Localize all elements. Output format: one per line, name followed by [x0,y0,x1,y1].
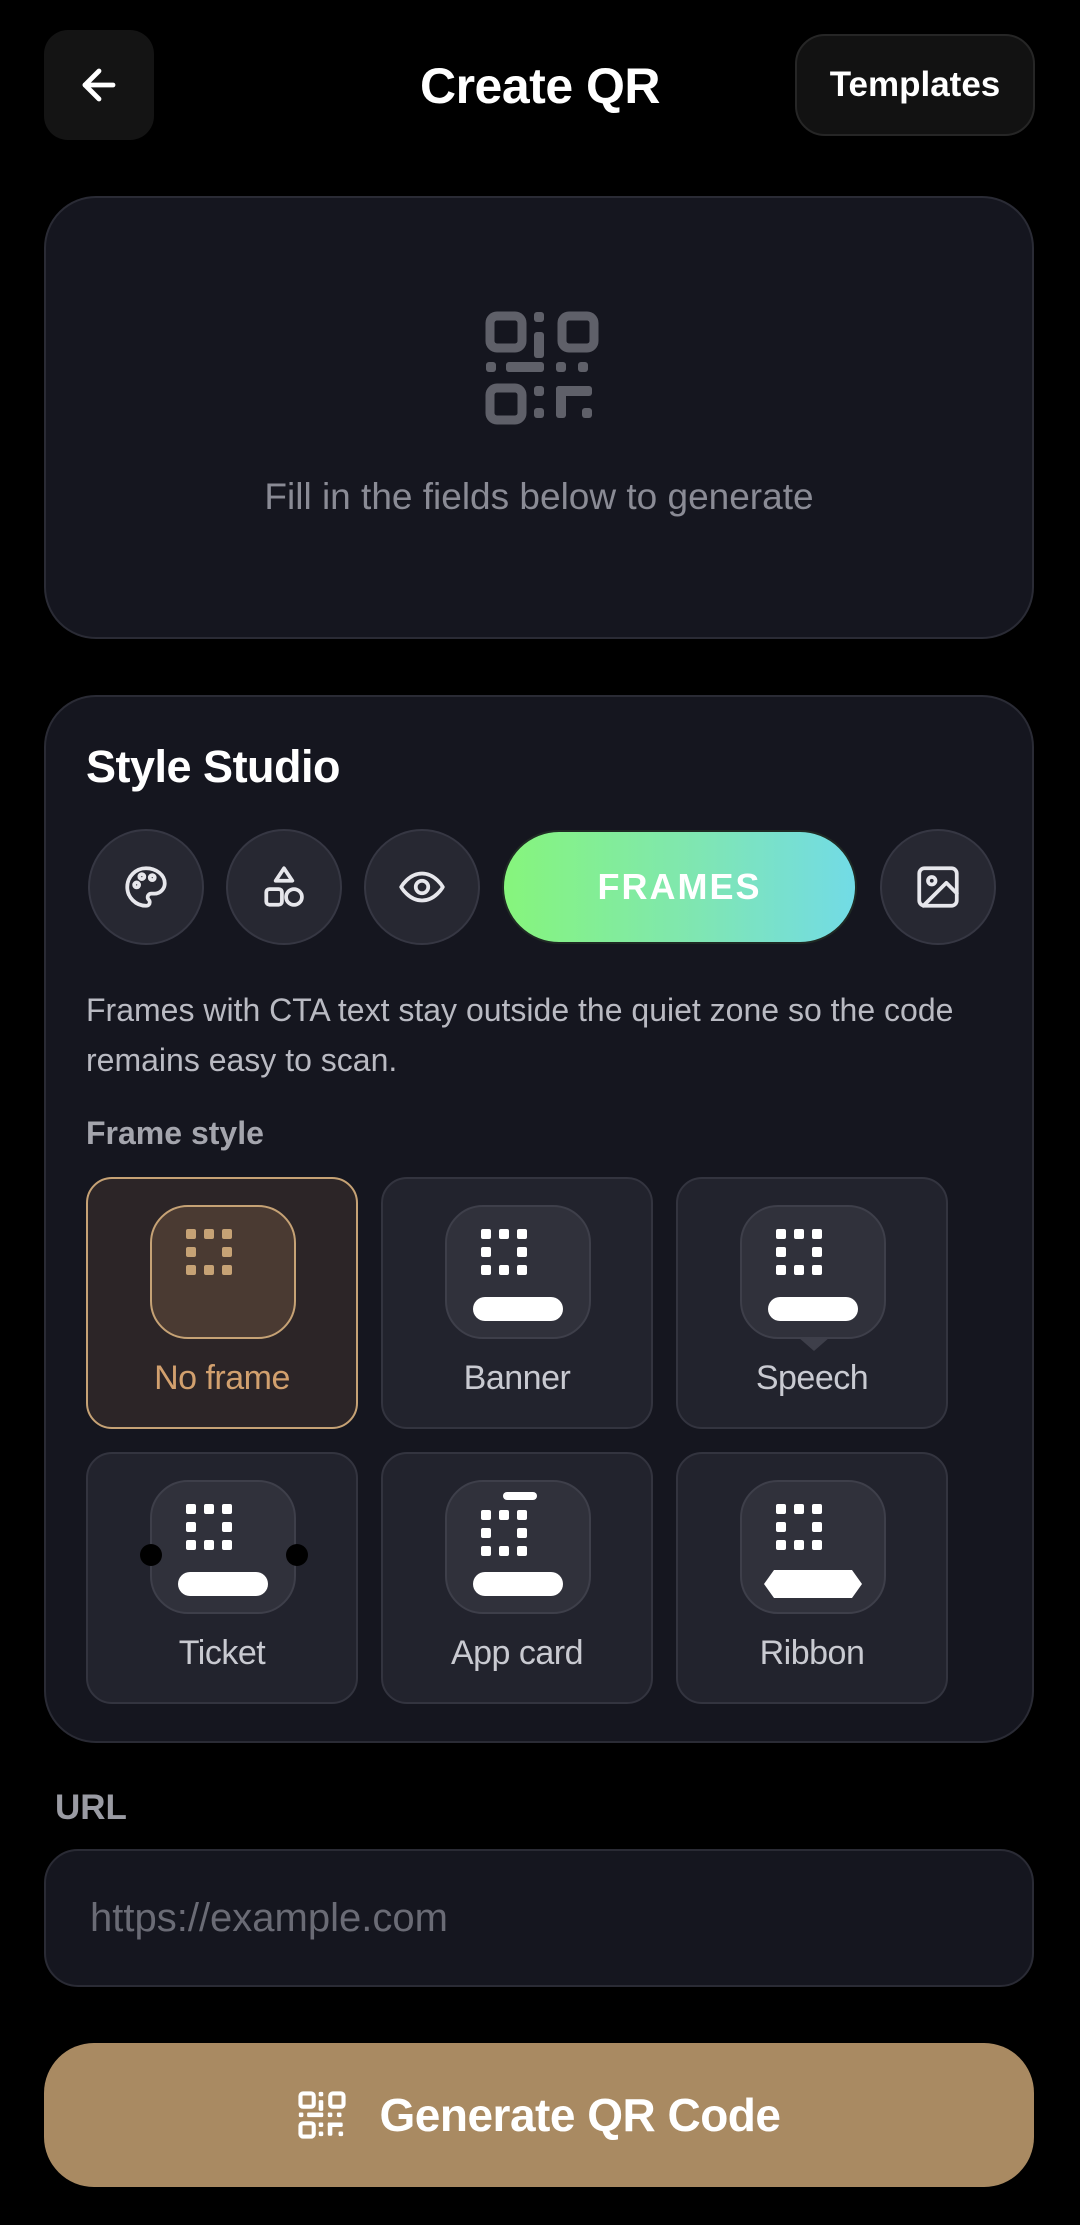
tab-shapes[interactable] [226,829,342,945]
frame-option-label: Ribbon [759,1634,865,1672]
frame-option-banner[interactable]: Banner [381,1177,653,1429]
banner-frame-preview-icon [445,1205,591,1339]
frame-option-ticket[interactable]: Ticket [86,1452,358,1704]
frame-option-label: Banner [463,1359,571,1397]
frame-option-label: Speech [755,1359,869,1397]
qr-code-icon [485,311,599,425]
shapes-icon [264,866,304,907]
frame-style-label: Frame style [86,1115,264,1151]
speech-frame-preview-icon [740,1205,886,1339]
generate-qr-button[interactable]: Generate QR Code [44,2043,1034,2187]
no-frame-preview-icon [150,1205,296,1339]
eye-icon [399,871,445,903]
app-card-frame-preview-icon [445,1480,591,1614]
qr-preview-card: Fill in the fields below to generate [44,196,1034,639]
speech-tail-icon [798,1337,830,1351]
frames-description: Frames with CTA text stay outside the qu… [86,992,954,1078]
qr-code-icon [297,2091,346,2139]
frame-option-label: Ticket [178,1634,266,1672]
tab-colors[interactable] [88,829,204,945]
tab-logo[interactable] [880,829,996,945]
url-label: URL [55,1788,127,1827]
generate-qr-label: Generate QR Code [379,2089,782,2141]
frame-option-ribbon[interactable]: Ribbon [676,1452,948,1704]
ticket-frame-preview-icon [150,1480,296,1614]
tab-eyes[interactable] [364,829,480,945]
url-input[interactable] [44,1849,1034,1987]
ticket-notch-right [286,1544,308,1566]
image-icon [917,866,959,908]
frame-option-app-card[interactable]: App card [381,1452,653,1704]
preview-hint: Fill in the fields below to generate [264,476,814,517]
frame-option-label: No frame [154,1359,290,1397]
frame-option-no-frame[interactable]: No frame [86,1177,358,1429]
templates-button[interactable]: Templates [795,34,1035,136]
ticket-notch-left [140,1544,162,1566]
style-studio-title: Style Studio [86,741,341,792]
frame-option-label: App card [450,1634,584,1672]
palette-icon [125,866,167,908]
style-studio-panel: Style Studio FRAMES Frames with CTA text… [44,695,1034,1743]
ribbon-frame-preview-icon [740,1480,886,1614]
tab-frames[interactable]: FRAMES [502,830,857,944]
frame-option-speech[interactable]: Speech [676,1177,948,1429]
